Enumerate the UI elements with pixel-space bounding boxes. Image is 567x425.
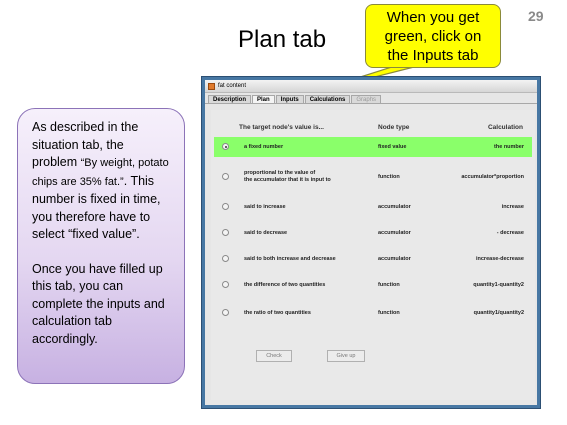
radio-button[interactable] <box>222 309 229 316</box>
option-description: said to decrease <box>244 230 288 236</box>
check-button[interactable]: Check <box>256 350 292 362</box>
option-calculation: quantity1-quantity2 <box>473 282 524 288</box>
radio-button[interactable] <box>222 255 229 262</box>
window-titlebar[interactable]: fat content <box>205 80 537 93</box>
radio-button[interactable] <box>222 203 229 210</box>
column-header-description: The target node's value is... <box>239 124 324 131</box>
plan-option-row[interactable]: proportional to the value of the accumula… <box>214 167 532 187</box>
tab-graphs: Graphs <box>351 95 382 103</box>
radio-button[interactable] <box>222 229 229 236</box>
slide-number: 29 <box>528 8 544 24</box>
slide-title: Plan tab <box>238 26 327 53</box>
option-description: proportional to the value of the accumula… <box>244 170 331 183</box>
option-node-type: function <box>378 174 400 180</box>
option-node-type: function <box>378 310 400 316</box>
callout-bubble: When you get green, click on the Inputs … <box>365 4 501 68</box>
option-calculation: quantity1/quantity2 <box>473 310 524 316</box>
plan-option-row[interactable]: said to increase accumulator increase <box>214 197 532 217</box>
plan-option-row[interactable]: said to decrease accumulator - decrease <box>214 223 532 243</box>
give-up-button[interactable]: Give up <box>327 350 365 362</box>
option-description: said to both increase and decrease <box>244 256 336 262</box>
tab-plan[interactable]: Plan <box>252 95 275 103</box>
note-paragraph-2: Once you have filled up this tab, you ca… <box>32 261 165 346</box>
option-node-type: accumulator <box>378 204 411 210</box>
app-icon <box>208 82 215 90</box>
plan-option-row[interactable]: said to both increase and decrease accum… <box>214 249 532 269</box>
plan-option-row[interactable]: the ratio of two quantities function qua… <box>214 303 532 323</box>
app-window: fat content Description Plan Inputs Calc… <box>201 76 541 409</box>
note-paragraph-1: As described in the situation tab, the p… <box>32 120 169 241</box>
callout-line-3: the Inputs tab <box>387 46 479 64</box>
option-node-type: fixed value <box>378 144 407 150</box>
option-node-type: accumulator <box>378 256 411 262</box>
option-calculation: - decrease <box>496 230 524 236</box>
tab-description[interactable]: Description <box>208 95 252 103</box>
option-description: the difference of two quantities <box>244 282 326 288</box>
option-calculation: increase-decrease <box>475 256 524 262</box>
callout-line-1: When you get <box>386 8 480 26</box>
option-calculation: increase <box>501 204 524 210</box>
tab-calculations[interactable]: Calculations <box>304 95 351 103</box>
column-header-calculation: Calculation <box>487 124 523 131</box>
window-title: fat content <box>218 83 247 89</box>
callout-line-2: green, click on <box>384 27 482 45</box>
column-header-type: Node type <box>378 124 410 131</box>
option-description: a fixed number <box>244 144 284 150</box>
plan-panel: The target node's value is... Node type … <box>211 110 535 400</box>
plan-option-row[interactable]: a fixed number fixed value the number <box>214 137 532 157</box>
option-node-type: accumulator <box>378 230 411 236</box>
instruction-note: As described in the situation tab, the p… <box>17 108 185 384</box>
option-description: the ratio of two quantities <box>244 310 311 316</box>
radio-button[interactable] <box>222 143 229 150</box>
option-description: said to increase <box>244 204 286 210</box>
option-calculation: accumulator*proportion <box>461 174 524 180</box>
option-node-type: function <box>378 282 400 288</box>
tab-bar: Description Plan Inputs Calculations Gra… <box>205 93 537 104</box>
radio-button[interactable] <box>222 173 229 180</box>
plan-option-row[interactable]: the difference of two quantities functio… <box>214 275 532 295</box>
tab-inputs[interactable]: Inputs <box>275 95 304 103</box>
option-calculation: the number <box>494 144 524 150</box>
radio-button[interactable] <box>222 281 229 288</box>
